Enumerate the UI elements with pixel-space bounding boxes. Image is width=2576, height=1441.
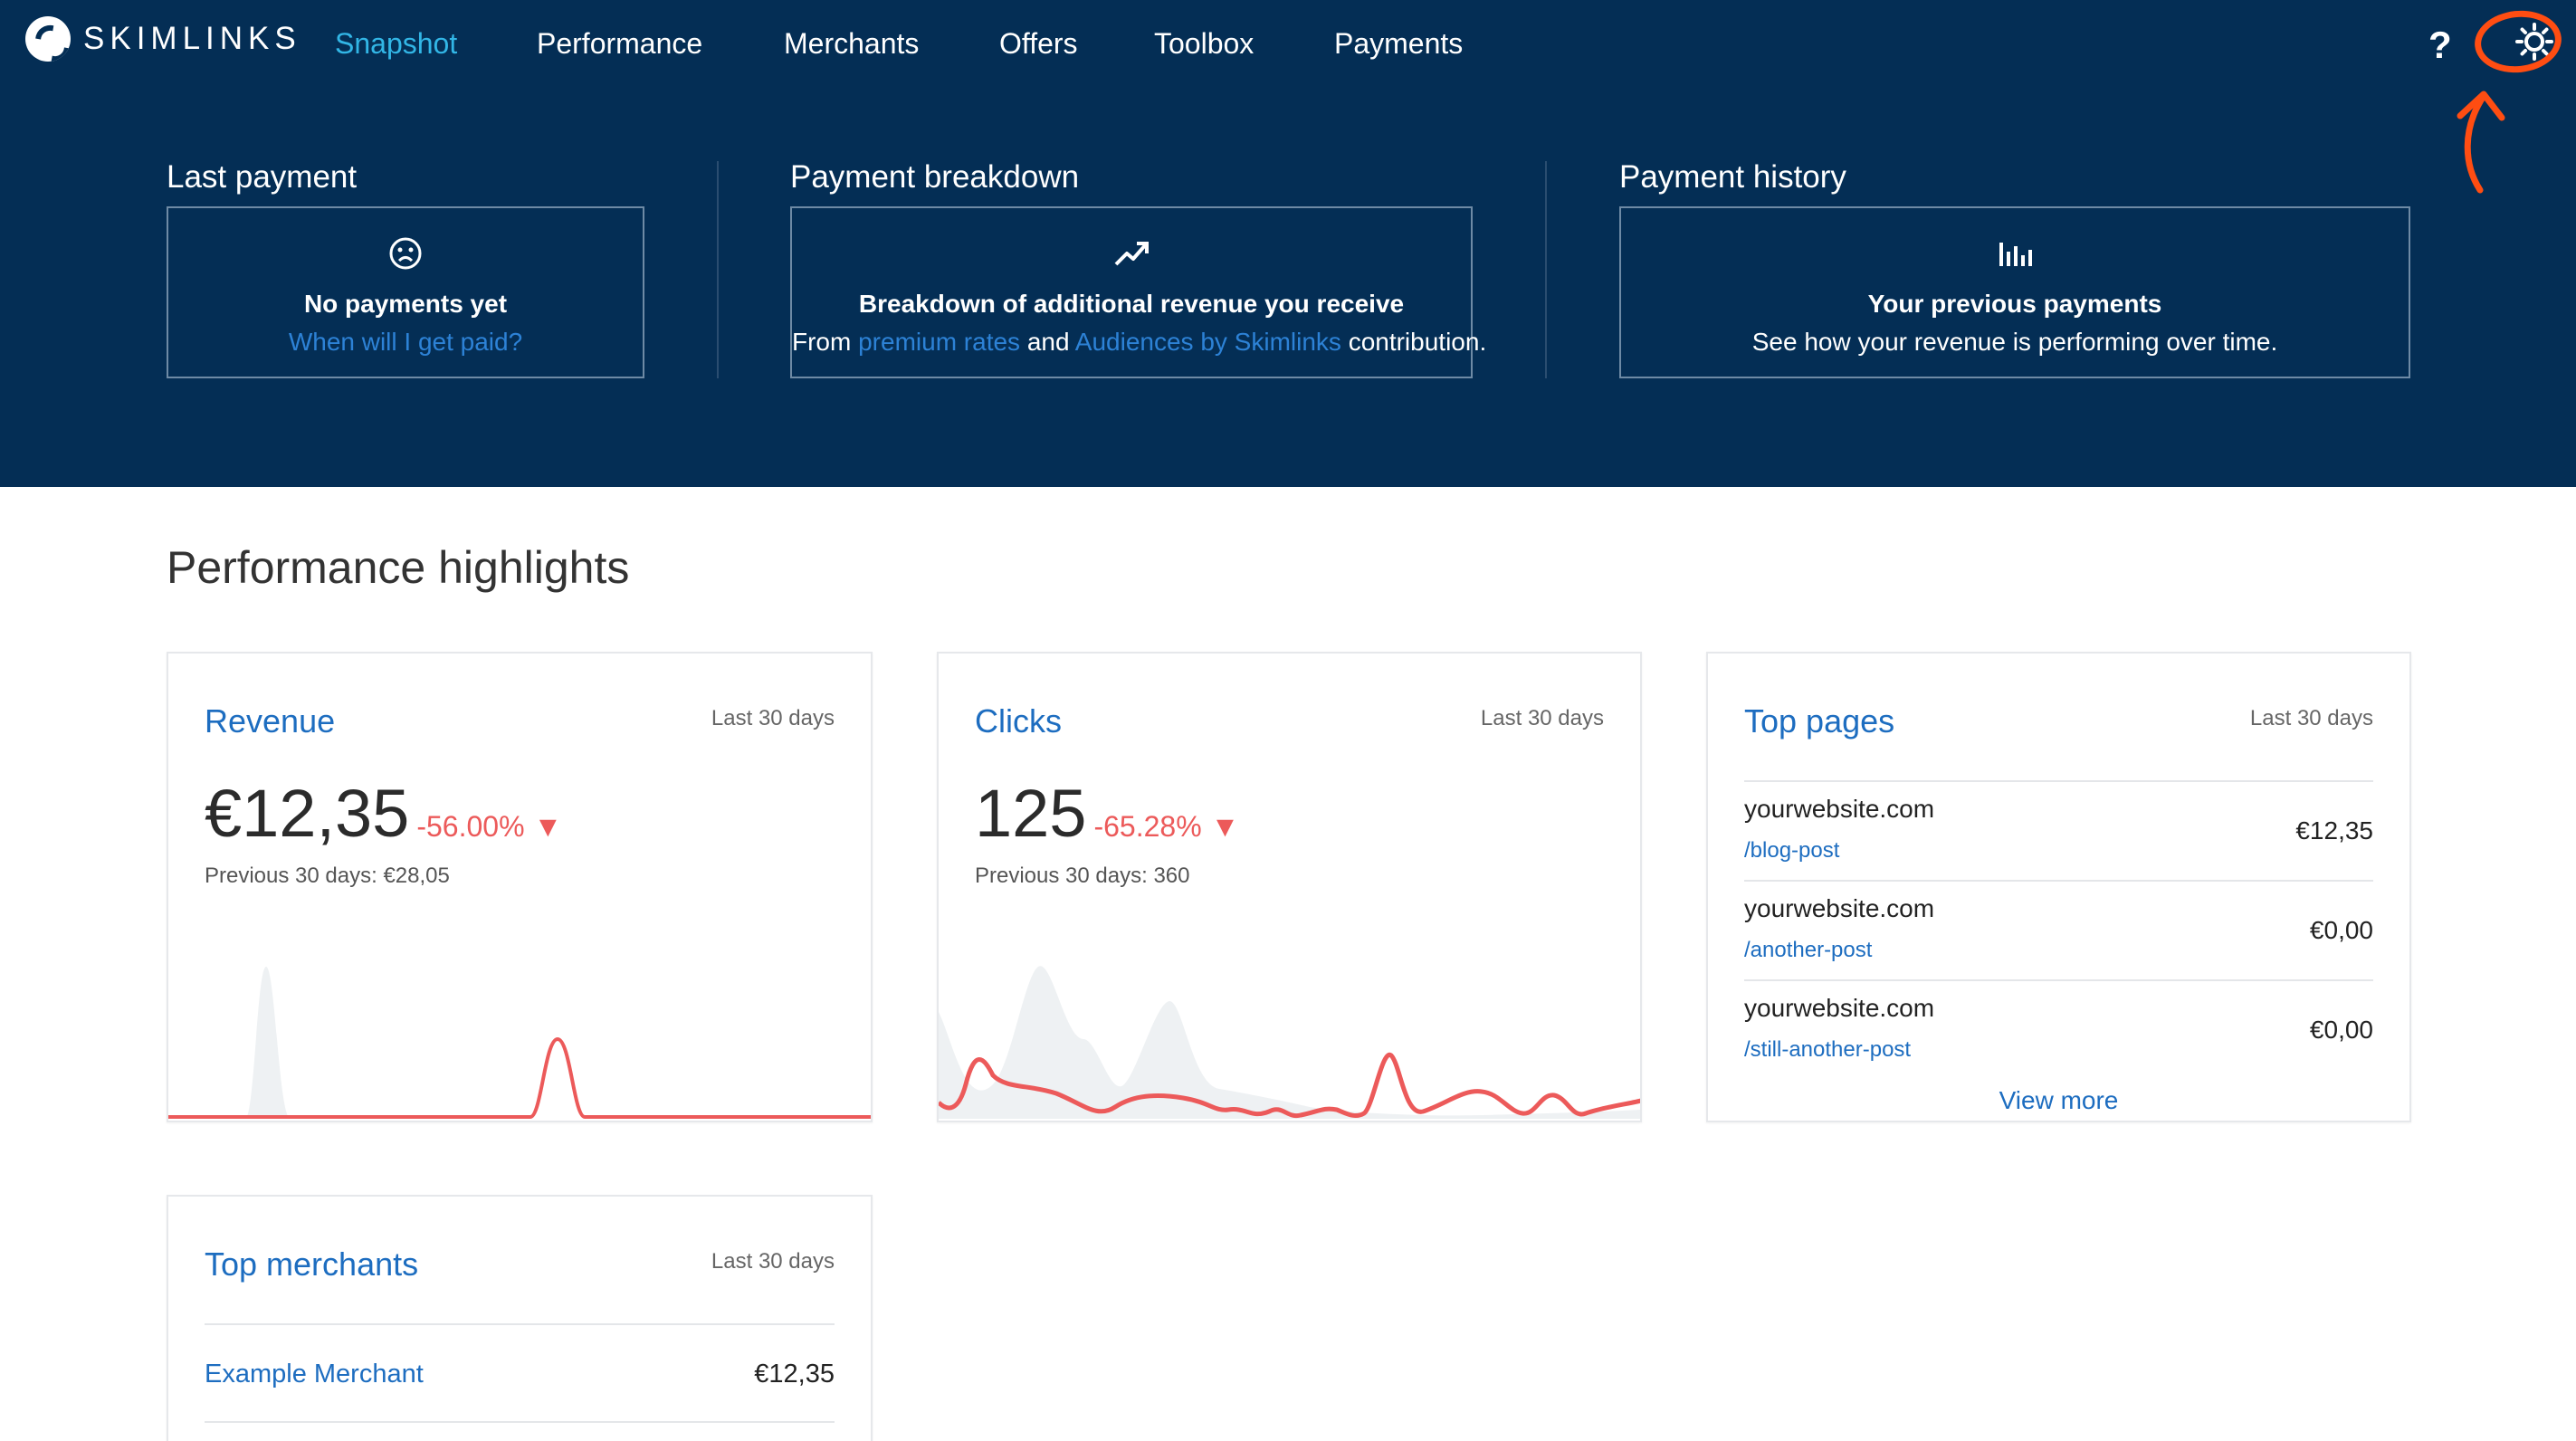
nav-merchants[interactable]: Merchants [784,27,919,61]
page-amount: €12,35 [2295,816,2373,845]
page-path-link[interactable]: /blog-post [1744,838,1839,864]
annotation-arrow-icon [2457,91,2505,194]
skimlinks-logo-icon [25,16,71,62]
page-amount: €0,00 [2309,916,2373,944]
revenue-previous-area [168,967,871,1119]
page-site: yourwebsite.com [1744,994,1935,1022]
revenue-change: -56.00% [416,810,525,843]
top-page-row[interactable]: yourwebsite.com /another-post €0,00 [1744,880,2373,979]
page-site: yourwebsite.com [1744,795,1935,823]
top-nav: SKIMLINKS Snapshot Performance Merchants… [0,0,2576,194]
decrease-arrow-icon: ▼ [1210,810,1240,843]
clicks-previous-area [939,966,1640,1119]
page-path-link[interactable]: /another-post [1744,938,1872,963]
history-text: See how your revenue is performing over … [1751,328,2278,356]
top-merchants-card: Top merchants Last 30 days Example Merch… [167,1195,873,1441]
revenue-sparkline [168,967,871,1119]
page-amount: €0,00 [2309,1016,2373,1044]
clicks-value: 125 [975,776,1087,851]
help-icon[interactable]: ? [2428,24,2452,67]
sad-face-icon [389,237,422,270]
divider [717,161,719,378]
top-pages-title[interactable]: Top pages [1744,702,1894,740]
last-payment-headline: No payments yet [303,290,508,318]
page-path-link[interactable]: /still-another-post [1744,1037,1911,1063]
clicks-previous: Previous 30 days: 360 [975,864,1190,888]
decrease-arrow-icon: ▼ [533,810,563,843]
last-payment-box: No payments yet When will I get paid? [167,206,644,378]
skimlinks-logo[interactable]: SKIMLINKS [25,16,301,62]
top-page-row[interactable]: yourwebsite.com /blog-post €12,35 [1744,780,2373,880]
last-payment-title: Last payment [167,159,358,195]
when-paid-link[interactable]: When will I get paid? [289,328,522,356]
clicks-sparkline [939,966,1640,1119]
revenue-title[interactable]: Revenue [205,702,335,740]
clicks-period: Last 30 days [1480,706,1604,730]
revenue-value: €12,35 [205,776,410,851]
clicks-change: -65.28% [1093,810,1202,843]
breakdown-description: From premium rates and Audiences by Skim… [792,328,1486,357]
trending-up-icon [1114,242,1149,266]
merchant-amount: €12,35 [754,1360,835,1389]
brand-name: SKIMLINKS [83,21,301,56]
performance-highlights-title: Performance highlights [167,542,630,593]
payment-breakdown-box: Breakdown of additional revenue you rece… [790,206,1486,378]
premium-rates-link[interactable]: premium rates [858,328,1020,356]
revenue-previous: Previous 30 days: €28,05 [205,864,450,888]
merchant-name-link[interactable]: Example Merchant [205,1360,424,1389]
divider [1545,161,1547,378]
revenue-period: Last 30 days [711,706,835,730]
revenue-card[interactable]: Revenue Last 30 days €12,35 -56.00% ▼ Prev… [167,652,873,1122]
clicks-value-row: 125 -65.28% ▼ [975,775,1239,852]
nav-performance[interactable]: Performance [537,27,702,61]
clicks-title[interactable]: Clicks [975,702,1062,740]
payment-history-box: Your previous payments See how your reve… [1619,206,2410,378]
top-pages-period: Last 30 days [2249,706,2373,730]
top-pages-card: Top pages Last 30 days yourwebsite.com /… [1706,652,2411,1122]
nav-snapshot[interactable]: Snapshot [335,27,457,61]
breakdown-headline: Breakdown of additional revenue you rece… [858,290,1405,318]
annotation-circle [2471,6,2565,77]
breakdown-text-end: contribution. [1348,328,1487,356]
revenue-value-row: €12,35 -56.00% ▼ [205,775,562,852]
nav-toolbox[interactable]: Toolbox [1154,27,1254,61]
history-headline: Your previous payments [1867,290,2162,318]
audiences-link[interactable]: Audiences by Skimlinks [1075,328,1341,356]
breakdown-text-from: From [792,328,852,356]
page-site: yourwebsite.com [1744,894,1935,922]
breakdown-text-and: and [1026,328,1070,356]
nav-offers[interactable]: Offers [999,27,1078,61]
top-merchants-title[interactable]: Top merchants [205,1245,418,1284]
top-page-row[interactable]: yourwebsite.com /still-another-post €0,0… [1744,979,2373,1079]
view-more-link[interactable]: View more [1708,1086,2409,1115]
top-merchants-period: Last 30 days [711,1249,835,1274]
payment-breakdown-title: Payment breakdown [790,159,1080,195]
payment-history-title: Payment history [1619,159,1846,195]
clicks-card[interactable]: Clicks Last 30 days 125 -65.28% ▼ Previous… [937,652,1642,1122]
nav-payments[interactable]: Payments [1334,27,1463,61]
bar-chart-icon [1999,243,2032,266]
merchant-row[interactable]: Example Merchant €12,35 [205,1323,835,1423]
